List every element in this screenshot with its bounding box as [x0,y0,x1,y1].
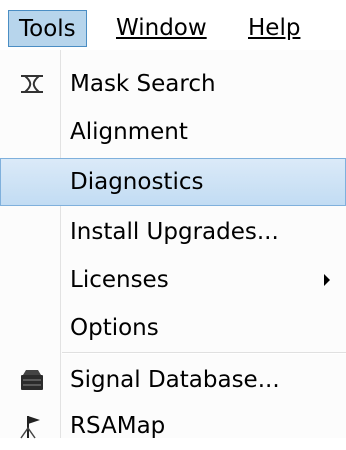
menu-item-label: RSAMap [70,413,166,439]
menu-help-text: Help [248,15,301,41]
menu-item-rsamap[interactable]: RSAMap [0,402,346,450]
menu-help-label: Help [248,15,300,41]
menu-bar: Tools Window Help [0,0,346,50]
menu-item-licenses[interactable]: Licenses [0,256,346,304]
menu-separator [62,352,346,354]
menu-item-mask-search[interactable]: Mask Search [0,60,346,108]
menu-window-text: Window [116,15,207,41]
tools-dropdown-menu: Mask Search Alignment Diagnostics Instal… [0,50,346,439]
menu-window-label: Window [116,15,207,41]
menu-item-label: Diagnostics [70,169,204,195]
menu-item-label: Install Upgrades... [70,219,279,245]
menu-item-label: Alignment [70,119,188,145]
menu-item-diagnostics[interactable]: Diagnostics [0,158,346,206]
menu-item-options[interactable]: Options [0,304,346,352]
menu-tools[interactable]: Tools [8,10,87,47]
menu-item-label: Signal Database... [70,367,280,393]
menu-window[interactable]: Window [106,10,217,47]
database-icon [18,366,46,394]
menu-item-signal-database[interactable]: Signal Database... [0,356,346,404]
menu-item-alignment[interactable]: Alignment [0,108,346,156]
submenu-arrow-icon [324,274,330,286]
menu-item-install-upgrades[interactable]: Install Upgrades... [0,208,346,256]
menu-item-label: Mask Search [70,71,216,97]
menu-item-label: Options [70,315,159,341]
menu-help[interactable]: Help [238,10,310,47]
mask-search-icon [18,70,46,98]
menu-item-label: Licenses [70,267,169,293]
menu-tools-label: Tools [19,16,76,42]
map-flag-icon [18,412,46,440]
